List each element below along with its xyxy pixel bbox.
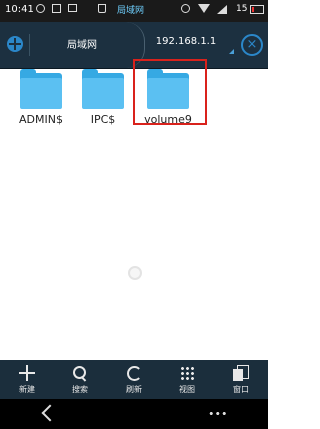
battery-icon [250,5,264,14]
bottom-toolbar: 新建 搜索 刷新 视图 窗口 [0,360,268,399]
new-button[interactable]: 新建 [7,360,47,399]
folder-item[interactable]: ADMIN$ [11,69,71,139]
more-menu-icon[interactable] [208,411,228,416]
highlight-annotation [133,59,207,125]
breadcrumb-local-network[interactable]: 局域网 [52,36,112,51]
new-label: 新建 [19,385,35,394]
refresh-icon [126,365,142,381]
battery-level: 15 [236,4,248,14]
folder-icon [20,69,62,109]
refresh-button[interactable]: 刷新 [114,360,154,399]
search-label: 搜索 [72,385,88,394]
divider [29,34,30,56]
search-button[interactable]: 搜索 [60,360,100,399]
plus-icon [19,365,35,381]
alarm-icon [181,4,190,13]
status-time: 10:41 [5,4,34,15]
close-button[interactable]: × [241,34,263,56]
wifi-icon [198,4,210,13]
window-button[interactable]: 窗口 [221,360,261,399]
folder-icon [82,69,124,109]
view-label: 视图 [179,385,195,394]
signal-icon [217,5,227,14]
dropdown-caret-icon[interactable] [229,49,234,54]
window-label: 窗口 [233,385,249,394]
status-network-label: 局域网 [117,6,145,16]
app-notification-icon [52,4,61,13]
back-icon[interactable] [41,404,59,422]
refresh-label: 刷新 [126,385,142,394]
view-button[interactable]: 视图 [167,360,207,399]
folder-item[interactable]: IPC$ [73,69,133,139]
status-bar: 10:41 局域网 15 [0,0,268,22]
network-globe-icon [7,36,23,52]
loading-spinner [128,266,142,280]
image-notification-icon [68,4,77,12]
search-icon [72,365,88,382]
breadcrumb-ip-address[interactable]: 192.168.1.1 [150,36,222,47]
network-button[interactable] [3,33,25,55]
grid-view-icon [179,365,195,381]
system-navigation-bar [0,399,268,429]
chat-notification-icon [36,4,45,13]
window-icon [233,365,249,381]
bag-notification-icon [98,4,106,13]
